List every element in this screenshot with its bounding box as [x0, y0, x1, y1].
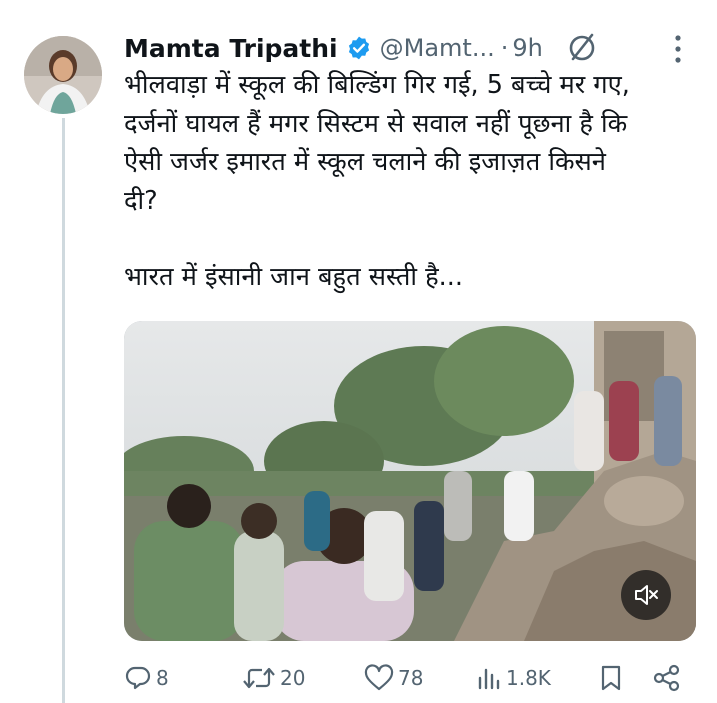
tweet-video[interactable] — [124, 321, 696, 641]
share-button[interactable] — [652, 658, 682, 698]
reply-count: 8 — [156, 666, 169, 690]
tweet-line: भीलवाड़ा में स्कूल की बिल्डिंग गिर गई, 5… — [124, 70, 630, 100]
no-entry-icon — [569, 33, 595, 61]
retweet-icon — [243, 667, 275, 689]
avatar-image — [24, 36, 102, 114]
more-options-icon[interactable] — [671, 32, 685, 66]
views-count: 1.8K — [506, 666, 551, 690]
avatar[interactable] — [24, 36, 102, 114]
reply-icon — [125, 666, 151, 690]
tweet-actions: 8 20 78 1.8K — [124, 658, 694, 698]
video-frame — [124, 321, 696, 641]
author-name[interactable]: Mamta Tripathi — [124, 34, 338, 63]
retweet-button[interactable]: 20 — [242, 658, 305, 698]
tweet-header: Mamta Tripathi @Mamt... · 9h — [124, 28, 599, 68]
views-button[interactable]: 1.8K — [476, 658, 551, 698]
tweet-paragraph-1: भीलवाड़ा में स्कूल की बिल्डिंग गिर गई, 5… — [124, 66, 699, 220]
retweet-count: 20 — [280, 666, 306, 690]
like-icon — [364, 664, 394, 691]
tweet-line: ऐसी जर्जर इमारत में स्कूल चलाने की इजाज़… — [124, 147, 606, 177]
share-icon — [653, 664, 680, 692]
bookmark-button[interactable] — [598, 658, 624, 698]
like-button[interactable]: 78 — [364, 658, 423, 698]
mute-button[interactable] — [621, 570, 671, 620]
tweet-line: दी? — [124, 185, 158, 216]
like-count: 78 — [398, 666, 424, 690]
author-handle[interactable]: @Mamt... — [380, 34, 495, 62]
mute-icon — [635, 585, 658, 605]
thread-line — [62, 118, 65, 703]
separator-dot: · — [500, 34, 509, 62]
views-icon — [478, 668, 500, 690]
tweet-time[interactable]: 9h — [512, 34, 542, 62]
tweet-line: दर्जनों घायल हैं मगर सिस्टम से सवाल नहीं… — [124, 108, 628, 139]
tweet-text: भीलवाड़ा में स्कूल की बिल्डिंग गिर गई, 5… — [124, 66, 699, 297]
tweet-paragraph-2: भारत में इंसानी जान बहुत सस्ती है... — [124, 262, 463, 292]
verified-badge-icon — [348, 36, 369, 60]
bookmark-icon — [601, 665, 621, 691]
reply-button[interactable]: 8 — [124, 658, 169, 698]
